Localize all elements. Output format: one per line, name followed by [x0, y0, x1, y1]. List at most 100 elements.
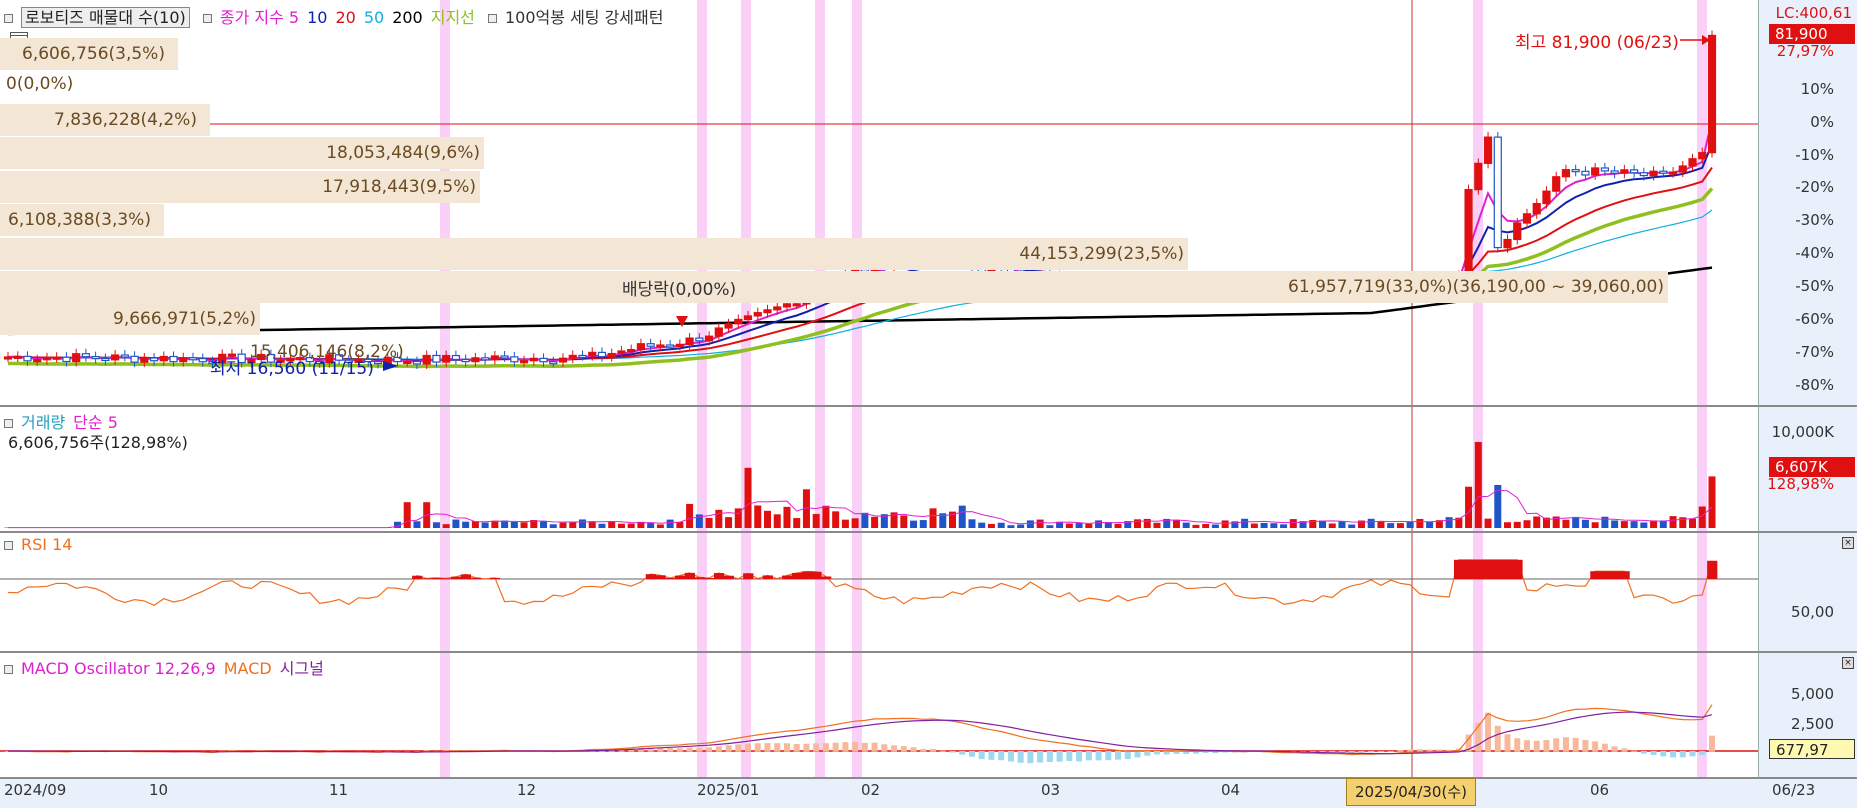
volume-bar: [1007, 525, 1014, 528]
legend-volume[interactable]: 거래량: [21, 413, 65, 432]
macd-oscillator-bar: [687, 748, 693, 752]
legend-toggle-icon[interactable]: [4, 14, 13, 23]
highlight-band: [1697, 0, 1707, 405]
axis-label: 0%: [1810, 113, 1834, 131]
volume-bar: [1514, 522, 1521, 528]
candle-body: [764, 310, 771, 313]
time-axis-label: 11: [329, 781, 348, 799]
macd-oscillator-bar: [1018, 751, 1024, 763]
volume-bar: [1037, 520, 1044, 528]
candle-body: [1485, 137, 1492, 163]
candle-body: [618, 351, 625, 354]
candle-body: [462, 359, 469, 361]
legend-support[interactable]: 지지선: [431, 8, 475, 27]
stock-title-button[interactable]: 로보티즈 매물대 수(10): [21, 7, 190, 28]
candle-body: [53, 357, 60, 359]
candle-body: [608, 354, 615, 357]
candle-body: [1611, 171, 1618, 173]
legend-ema5[interactable]: 종가 지수 5: [220, 8, 299, 27]
rsi-overbought-fill: [821, 577, 831, 579]
candle-body: [63, 357, 70, 361]
legend-volume-sma5[interactable]: 단순 5: [73, 413, 118, 432]
legend-macd[interactable]: MACD: [224, 659, 272, 678]
volume-bar: [832, 511, 839, 528]
close-pane-icon[interactable]: ×: [1842, 657, 1854, 669]
legend-ema200[interactable]: 200: [392, 8, 423, 27]
volume-tag: 6,607K: [1769, 457, 1855, 477]
macd-oscillator-bar: [833, 743, 839, 752]
rsi-overbought-fill: [646, 574, 656, 579]
candle-body: [413, 361, 420, 363]
macd-oscillator-bar: [803, 744, 809, 752]
legend-toggle-icon[interactable]: [4, 541, 13, 550]
candle-body: [1699, 153, 1706, 159]
rsi-overbought-fill: [724, 576, 734, 579]
volume-bar: [521, 522, 528, 528]
volume-bar: [978, 523, 985, 528]
legend-macd-osc[interactable]: MACD Oscillator 12,26,9: [21, 659, 216, 678]
macd-oscillator-bar: [784, 743, 790, 751]
rsi-overbought-fill: [471, 578, 481, 579]
highlight-band: [697, 653, 707, 777]
volume-bar: [540, 521, 547, 528]
close-pane-icon[interactable]: ×: [1842, 537, 1854, 549]
time-axis[interactable]: [0, 778, 1857, 808]
macd-oscillator-bar: [716, 746, 722, 751]
volume-bar: [433, 522, 440, 528]
volume-bar: [443, 524, 450, 528]
legend-signal[interactable]: 시그널: [280, 659, 324, 678]
candle-body: [1650, 171, 1657, 175]
price-axis[interactable]: LC:400,61 81,900 27,97% 10% 0% -10% -20%…: [1758, 0, 1857, 407]
volume-legend: 거래량 단순 5: [4, 409, 126, 433]
candle-body: [43, 358, 50, 360]
candle-body: [1475, 163, 1482, 189]
candle-body: [1562, 170, 1569, 177]
macd-oscillator-bar: [1154, 751, 1160, 754]
rsi-pane: RSI 14: [0, 533, 1758, 653]
candle-body: [131, 356, 138, 362]
macd-axis[interactable]: × 5,000 2,500 677,97: [1758, 653, 1857, 778]
legend-rsi[interactable]: RSI 14: [21, 535, 72, 554]
candle-body: [706, 336, 713, 341]
volume-bar: [1173, 520, 1180, 528]
volume-bar: [1689, 519, 1696, 528]
legend-toggle-icon[interactable]: [488, 14, 497, 23]
legend-ema50[interactable]: 50: [364, 8, 384, 27]
macd-pane: MACD Oscillator 12,26,9 MACD 시그널: [0, 653, 1758, 778]
highlight-band: [815, 653, 825, 777]
volume-axis[interactable]: 10,000K 6,607K 128,98%: [1758, 407, 1857, 533]
candle-body: [569, 355, 576, 358]
volume-bar: [1426, 522, 1433, 528]
legend-ema10[interactable]: 10: [307, 8, 327, 27]
candle-body: [24, 356, 31, 360]
volume-bar: [1183, 523, 1190, 528]
axis-label: 10%: [1801, 80, 1834, 98]
legend-pattern[interactable]: 100억봉 세팅 강세패턴: [505, 8, 663, 27]
macd-oscillator-bar: [1027, 751, 1033, 763]
macd-oscillator-bar: [1621, 748, 1627, 751]
volume-bar: [1416, 519, 1423, 528]
volume-profile-bar: 61,957,719(33,0%)(36,190,00 ~ 39,060,00): [0, 271, 1668, 303]
rsi-overbought-fill: [743, 573, 753, 579]
legend-toggle-icon[interactable]: [4, 665, 13, 674]
candle-body: [1572, 170, 1579, 172]
candle-body: [121, 355, 128, 357]
macd-oscillator-bar: [1407, 750, 1413, 752]
volume-bar: [1640, 522, 1647, 528]
legend-toggle-icon[interactable]: [4, 419, 13, 428]
volume-bar: [1446, 517, 1453, 528]
volume-bar: [715, 510, 722, 528]
macd-oscillator-bar: [969, 751, 975, 757]
macd-oscillator-bar: [1115, 751, 1121, 760]
candle-body: [1689, 159, 1696, 166]
volume-bar: [813, 514, 820, 528]
legend-toggle-icon[interactable]: [203, 14, 212, 23]
legend-ema20[interactable]: 20: [335, 8, 355, 27]
candle-body: [1670, 172, 1677, 174]
rsi-axis[interactable]: × 50,00: [1758, 533, 1857, 653]
volume-bar: [920, 520, 927, 528]
macd-oscillator-bar: [950, 751, 956, 753]
rsi-overbought-fill: [704, 578, 714, 579]
volume-bar: [822, 506, 829, 528]
volume-bar: [579, 519, 586, 528]
